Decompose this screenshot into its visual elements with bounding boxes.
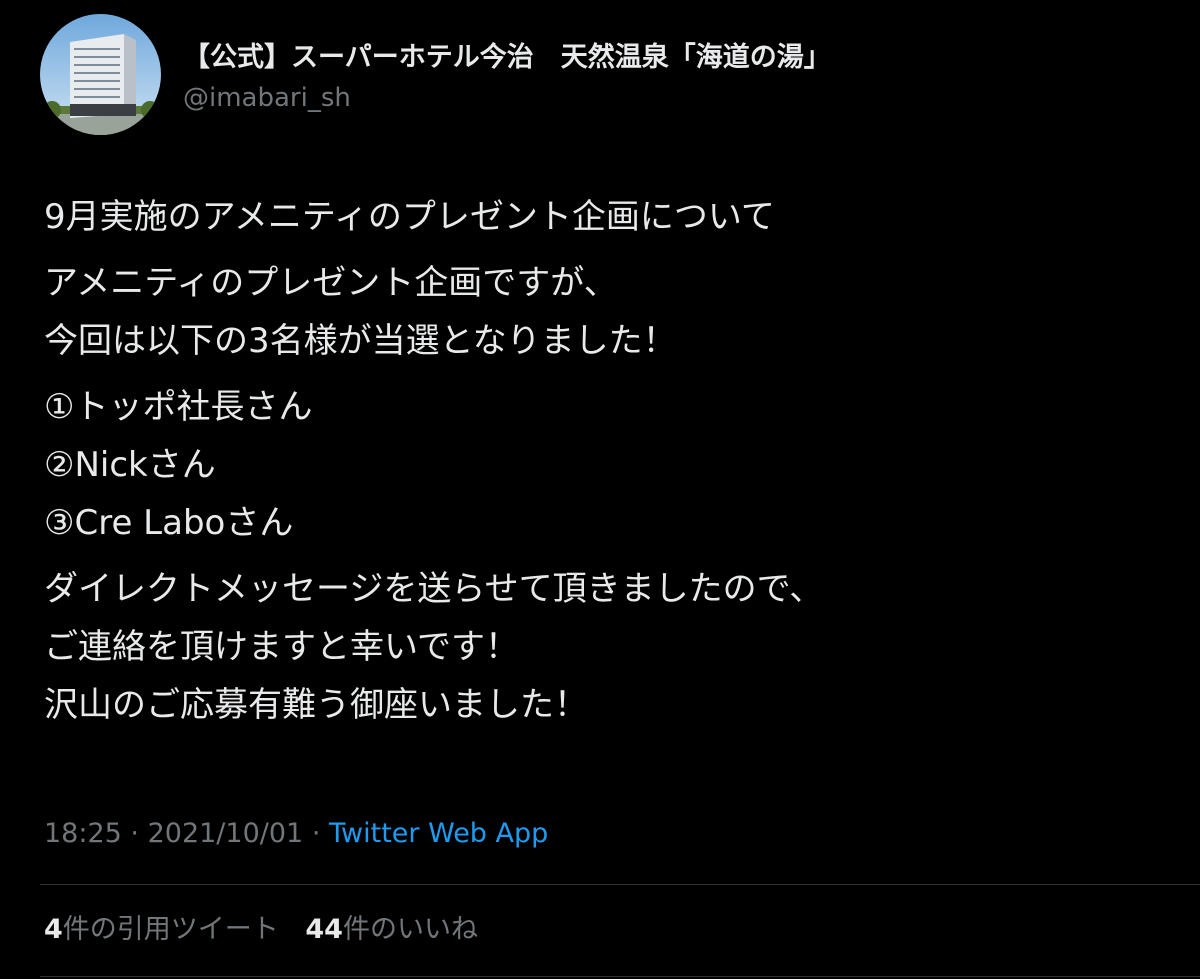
- display-name[interactable]: 【公式】スーパーホテル今治 天然温泉「海道の湯」: [183, 38, 831, 78]
- divider: [40, 976, 1200, 977]
- quote-tweets-stat[interactable]: 4件の引用ツイート: [44, 914, 279, 945]
- like-label: 件のいいね: [342, 914, 478, 945]
- meta-separator: ·: [130, 818, 139, 849]
- tweet-line: ダイレクトメッセージを送らせて頂きましたので、: [44, 569, 824, 609]
- tweet-line: 今回は以下の3名様が当選となりました！: [44, 321, 677, 361]
- divider: [40, 884, 1200, 885]
- tweet-metadata: 18:25 · 2021/10/01 · Twitter Web App: [44, 812, 548, 856]
- tweet-line: アメニティのプレゼント企画ですが、: [44, 263, 618, 303]
- tweet-line: 沢山のご応募有難う御座いました！: [44, 685, 588, 725]
- quote-label: 件の引用ツイート: [62, 914, 279, 945]
- tweet-line: 9月実施のアメニティのプレゼント企画について: [44, 197, 775, 237]
- tweet-source-link[interactable]: Twitter Web App: [329, 818, 548, 849]
- quote-count: 4: [44, 914, 63, 945]
- tweet-line: ②Nickさん: [44, 445, 216, 485]
- tweet-date[interactable]: 2021/10/01: [148, 818, 304, 849]
- tweet-text: 9月実施のアメニティのプレゼント企画について アメニティのプレゼント企画ですが、…: [44, 188, 1164, 742]
- meta-separator: ·: [311, 818, 321, 849]
- tweet-stats: 4件の引用ツイート 44件のいいね: [44, 908, 496, 952]
- likes-stat[interactable]: 44件のいいね: [305, 914, 478, 945]
- tweet-paragraph: ①トッポ社長さん ②Nickさん ③Cre Laboさん: [44, 378, 1164, 552]
- tweet-line: ③Cre Laboさん: [44, 503, 294, 543]
- like-count: 44: [305, 914, 343, 945]
- tweet-paragraph: ダイレクトメッセージを送らせて頂きましたので、 ご連絡を頂けますと幸いです！ 沢…: [44, 560, 1164, 734]
- hotel-avatar-image: [40, 14, 161, 135]
- tweet-line: ご連絡を頂けますと幸いです！: [44, 627, 519, 667]
- tweet-paragraph: 9月実施のアメニティのプレゼント企画について: [44, 188, 1164, 246]
- tweet-time[interactable]: 18:25: [44, 818, 122, 849]
- tweet-paragraph: アメニティのプレゼント企画ですが、 今回は以下の3名様が当選となりました！: [44, 254, 1164, 370]
- avatar[interactable]: [40, 14, 161, 135]
- user-handle[interactable]: @imabari_sh: [183, 80, 351, 116]
- tweet-header: 【公式】スーパーホテル今治 天然温泉「海道の湯」 @imabari_sh: [40, 14, 1160, 136]
- tweet-line: ①トッポ社長さん: [44, 387, 313, 427]
